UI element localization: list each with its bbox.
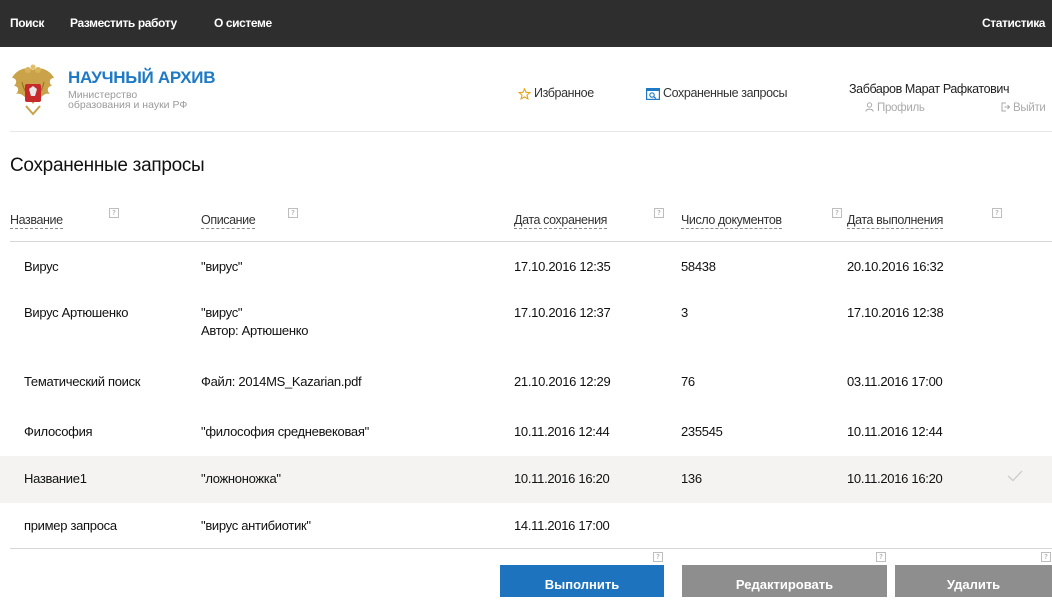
row-doc-count: 58438 xyxy=(681,259,716,274)
help-icon[interactable]: ? xyxy=(653,552,663,562)
top-nav-bar: Поиск Разместить работу О системе Статис… xyxy=(0,0,1052,47)
nav-statistics-link[interactable]: Статистика xyxy=(982,16,1045,30)
row-doc-count: 76 xyxy=(681,374,695,389)
help-icon[interactable]: ? xyxy=(1041,552,1051,562)
row-description: Файл: 2014MS_Kazarian.pdf xyxy=(201,374,362,389)
row-name: пример запроса xyxy=(24,518,117,533)
logout-icon xyxy=(1001,102,1011,112)
brand-title[interactable]: НАУЧНЫЙ АРХИВ xyxy=(68,68,216,88)
table-row[interactable]: Вирус Артюшенко "вирус" Автор: Артюшенко… xyxy=(0,289,1052,364)
row-description: "философия средневековая" xyxy=(201,424,369,439)
saved-queries-link[interactable]: Сохраненные запросы xyxy=(646,86,787,100)
row-name: Вирус xyxy=(24,259,59,274)
row-saved-date: 10.11.2016 16:20 xyxy=(514,471,610,486)
edit-button-label: Редактировать xyxy=(735,577,834,592)
execute-button-label: Выполнить xyxy=(544,577,620,592)
delete-button-label: Удалить xyxy=(946,577,1001,592)
row-saved-date: 21.10.2016 12:29 xyxy=(514,374,611,389)
column-header-name[interactable]: Название xyxy=(10,213,63,229)
header-divider xyxy=(10,131,1052,132)
nav-about-link[interactable]: О системе xyxy=(214,16,272,30)
favorites-label: Избранное xyxy=(534,86,594,100)
star-icon xyxy=(518,87,531,100)
table-header-divider xyxy=(10,241,1052,242)
user-name: Заббаров Марат Рафкатович xyxy=(849,82,1010,96)
row-doc-count: 3 xyxy=(681,305,688,320)
profile-label: Профиль xyxy=(877,102,925,114)
column-header-executed-date[interactable]: Дата выполнения xyxy=(847,213,943,229)
page-title: Сохраненные запросы xyxy=(10,155,205,176)
table-row[interactable]: Философия "философия средневековая" 10.1… xyxy=(0,410,1052,456)
brand-subtitle-line2: образования и науки РФ xyxy=(68,99,188,111)
help-icon[interactable]: ? xyxy=(832,208,842,218)
row-saved-date: 14.11.2016 17:00 xyxy=(514,518,610,533)
row-saved-date: 17.10.2016 12:37 xyxy=(514,305,611,320)
help-icon[interactable]: ? xyxy=(992,208,1002,218)
profile-link[interactable]: Профиль xyxy=(865,102,925,114)
row-description: "вирус" xyxy=(201,305,243,320)
checkmark-icon[interactable] xyxy=(1007,470,1023,482)
table-row-selected[interactable]: Название1 "ложноножка" 10.11.2016 16:20 … xyxy=(0,456,1052,503)
row-doc-count: 235545 xyxy=(681,424,723,439)
column-header-doc-count[interactable]: Число документов xyxy=(681,213,782,229)
favorites-link[interactable]: Избранное xyxy=(518,86,594,100)
table-row[interactable]: пример запроса "вирус антибиотик" 14.11.… xyxy=(0,503,1052,548)
row-saved-date: 17.10.2016 12:35 xyxy=(514,259,611,274)
logout-link[interactable]: Выйти xyxy=(1001,102,1046,114)
help-icon[interactable]: ? xyxy=(876,552,886,562)
edit-button[interactable]: Редактировать xyxy=(682,565,887,597)
row-description: "вирус антибиотик" xyxy=(201,518,311,533)
row-doc-count: 136 xyxy=(681,471,702,486)
brand-subtitle: Министерство образования и науки РФ xyxy=(68,90,238,111)
row-name: Название1 xyxy=(24,471,87,486)
nav-post-work-link[interactable]: Разместить работу xyxy=(70,16,177,30)
row-name: Философия xyxy=(24,424,93,439)
row-executed-date: 10.11.2016 16:20 xyxy=(847,471,943,486)
execute-button[interactable]: Выполнить xyxy=(500,565,664,597)
row-executed-date: 17.10.2016 12:38 xyxy=(847,305,944,320)
table-bottom-divider xyxy=(10,548,1052,549)
saved-search-icon xyxy=(646,87,660,100)
delete-button[interactable]: Удалить xyxy=(895,565,1052,597)
user-icon xyxy=(865,102,874,112)
nav-search-link[interactable]: Поиск xyxy=(10,16,44,30)
row-executed-date: 20.10.2016 16:32 xyxy=(847,259,944,274)
row-name: Вирус Артюшенко xyxy=(24,305,129,320)
help-icon[interactable]: ? xyxy=(109,208,119,218)
row-description-extra: Автор: Артюшенко xyxy=(201,323,309,338)
column-header-description[interactable]: Описание xyxy=(201,213,256,229)
logout-label: Выйти xyxy=(1013,102,1046,114)
table-row[interactable]: Вирус "вирус" 17.10.2016 12:35 58438 20.… xyxy=(0,243,1052,289)
help-icon[interactable]: ? xyxy=(654,208,664,218)
help-icon[interactable]: ? xyxy=(288,208,298,218)
row-description: "ложноножка" xyxy=(201,471,281,486)
row-name: Тематический поиск xyxy=(24,374,141,389)
row-executed-date: 10.11.2016 12:44 xyxy=(847,424,943,439)
coat-of-arms-icon[interactable] xyxy=(8,64,58,120)
row-description: "вирус" xyxy=(201,259,243,274)
table-row[interactable]: Тематический поиск Файл: 2014MS_Kazarian… xyxy=(0,364,1052,410)
row-executed-date: 03.11.2016 17:00 xyxy=(847,374,943,389)
row-saved-date: 10.11.2016 12:44 xyxy=(514,424,610,439)
saved-queries-label: Сохраненные запросы xyxy=(663,86,788,100)
column-header-saved-date[interactable]: Дата сохранения xyxy=(514,213,607,229)
